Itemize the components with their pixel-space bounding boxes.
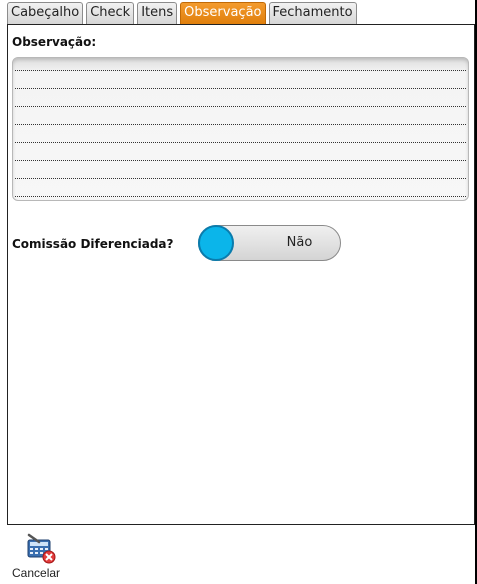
tab-cabecalho[interactable]: Cabeçalho: [7, 2, 84, 24]
tab-content-panel: Observação: Comissão Diferenciada? Não: [7, 24, 475, 525]
textarea-rule: [15, 196, 466, 197]
textarea-rule: [15, 88, 466, 89]
toggle-knob: [198, 225, 234, 261]
tab-check[interactable]: Check: [86, 2, 135, 24]
tab-bar: Cabeçalho Check Itens Observação Fechame…: [7, 2, 360, 24]
form-screen: Cabeçalho Check Itens Observação Fechame…: [0, 0, 475, 584]
tab-fechamento[interactable]: Fechamento: [268, 2, 357, 24]
observacao-textarea[interactable]: [12, 57, 469, 201]
textarea-rule: [15, 124, 466, 125]
comissao-toggle[interactable]: Não: [198, 225, 341, 261]
calculator-cancel-icon: [27, 533, 56, 564]
textarea-rule: [15, 106, 466, 107]
textarea-rule: [15, 178, 466, 179]
tab-observacao[interactable]: Observação: [180, 2, 266, 24]
cancel-button[interactable]: Cancelar: [12, 532, 72, 582]
comissao-diferenciada-label: Comissão Diferenciada?: [12, 237, 174, 251]
textarea-rule: [15, 160, 466, 161]
textarea-rule: [15, 142, 466, 143]
cancel-label: Cancelar: [12, 566, 61, 580]
textarea-rule: [15, 70, 466, 71]
observacao-label: Observação:: [12, 35, 97, 49]
toggle-state-text: Não: [286, 235, 313, 250]
tab-itens[interactable]: Itens: [137, 2, 178, 24]
